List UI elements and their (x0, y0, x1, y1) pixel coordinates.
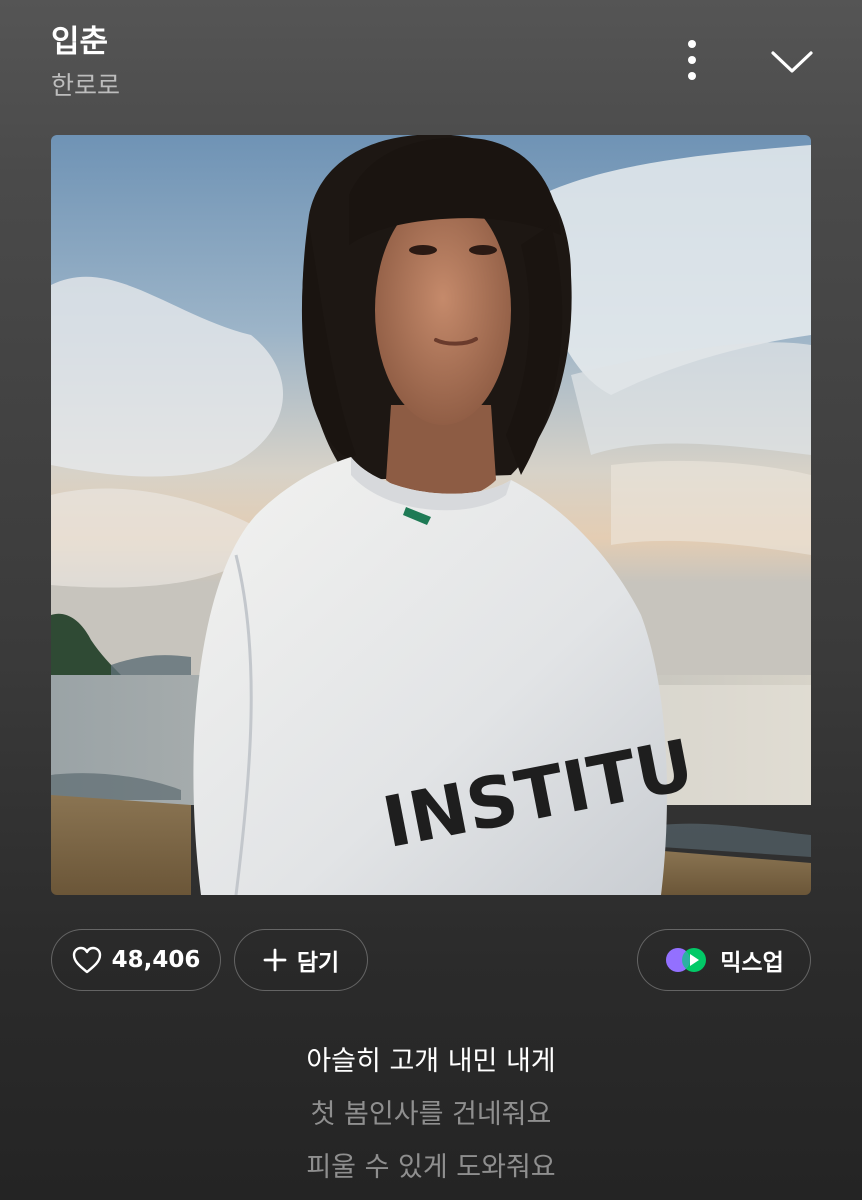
add-to-playlist-button[interactable]: 담기 (234, 929, 368, 991)
mixup-logo-icon (664, 946, 710, 974)
mixup-label: 믹스업 (720, 950, 784, 976)
like-count: 48,406 (111, 947, 201, 973)
artist-name[interactable]: 한로로 (51, 69, 120, 103)
player-header: 입춘 한로로 (0, 0, 862, 120)
heart-icon (72, 946, 102, 974)
more-options-button[interactable] (672, 36, 712, 84)
lyrics-panel[interactable]: 아슬히 고개 내민 내게 첫 봄인사를 건네줘요 피울 수 있게 도와줘요 (0, 1035, 862, 1194)
more-vertical-icon (686, 38, 698, 82)
mixup-button[interactable]: 믹스업 (637, 929, 811, 991)
add-label: 담기 (296, 950, 340, 976)
collapse-player-button[interactable] (766, 40, 818, 84)
action-bar: 48,406 담기 믹스업 (0, 929, 862, 993)
song-title: 입춘 (51, 24, 109, 60)
plus-icon (263, 948, 287, 972)
lyric-line-current[interactable]: 아슬히 고개 내민 내게 (0, 1035, 862, 1088)
lyric-line[interactable]: 피울 수 있게 도와줘요 (0, 1141, 862, 1194)
like-button[interactable]: 48,406 (51, 929, 221, 991)
album-art: INSTITU (51, 135, 811, 895)
chevron-down-icon (770, 49, 814, 75)
lyric-line[interactable]: 첫 봄인사를 건네줘요 (0, 1088, 862, 1141)
